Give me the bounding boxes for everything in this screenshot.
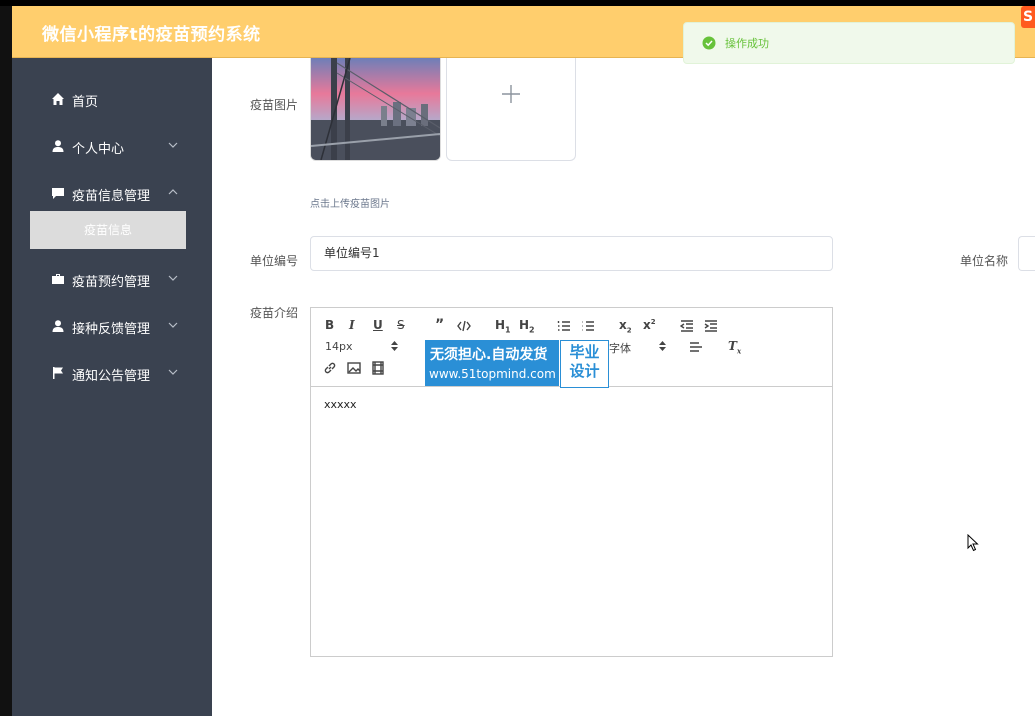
app-title: 微信小程序t的疫苗预约系统: [42, 25, 261, 45]
video-icon[interactable]: [371, 361, 385, 375]
mouse-cursor-icon: [967, 534, 979, 552]
chevron-up-icon: [168, 189, 178, 195]
unit-name-label: 单位名称: [960, 254, 1009, 268]
vaccine-intro-label: 疫苗介绍: [250, 306, 299, 320]
chevron-down-icon: [168, 275, 178, 281]
indent-icon[interactable]: [704, 319, 718, 333]
chevron-down-icon: [168, 142, 178, 148]
sidebar-item-notice-management[interactable]: 通知公告管理: [12, 355, 212, 391]
underline-button[interactable]: U: [373, 318, 383, 332]
chevron-down-icon: [168, 322, 178, 328]
superscript-button[interactable]: x2: [643, 318, 656, 332]
align-icon[interactable]: [689, 340, 703, 354]
upload-hint: 点击上传疫苗图片: [310, 199, 390, 210]
sidebar-item-label: 个人中心: [72, 142, 125, 157]
strike-button[interactable]: S: [397, 318, 405, 332]
user-icon: [52, 140, 64, 152]
select-arrows-icon: [391, 341, 398, 351]
bridge-photo: [311, 58, 440, 160]
italic-button[interactable]: I: [349, 318, 355, 332]
header2-button[interactable]: H2: [519, 318, 535, 334]
unit-name-input[interactable]: [1018, 236, 1035, 271]
main-content: 疫苗图片 点击上传疫苗图片 单位编号 单位编号1 单位名称 疫苗介绍 B I U…: [212, 58, 1035, 716]
sidebar-item-label: 首页: [72, 95, 99, 110]
sidebar-item-vaccination-feedback-management[interactable]: 接种反馈管理: [12, 308, 212, 344]
bold-button[interactable]: B: [325, 318, 334, 332]
watermark-text-block: 无须担心.自动发货 www.51topmind.com: [425, 340, 559, 386]
screen: 微信小程序t的疫苗预约系统 S 首页 个人中心 疫苗信息管理 疫苗信息 疫苗预约…: [0, 6, 1035, 716]
flag-icon: [53, 367, 63, 379]
unit-code-input-wrap: [310, 236, 833, 271]
sidebar: 首页 个人中心 疫苗信息管理 疫苗信息 疫苗预约管理 接种反馈管理 通知公告管理: [12, 58, 212, 716]
plus-icon: [502, 85, 520, 103]
corner-logo: S: [1021, 6, 1035, 28]
sidebar-item-vaccine-booking-management[interactable]: 疫苗预约管理: [12, 261, 212, 297]
watermark-line2: www.51topmind.com: [429, 367, 556, 381]
toast-message: 操作成功: [725, 37, 769, 50]
user-icon: [52, 320, 64, 332]
briefcase-icon: [52, 274, 64, 284]
ordered-list-icon[interactable]: [557, 319, 571, 333]
image-upload-button[interactable]: [446, 58, 576, 161]
vaccine-image-thumbnail[interactable]: [310, 58, 441, 161]
success-toast: 操作成功: [683, 22, 1015, 64]
message-icon: [52, 188, 64, 199]
unit-code-label: 单位编号: [250, 254, 299, 268]
header1-button[interactable]: H1: [495, 318, 511, 334]
sidebar-subitem-vaccine-info[interactable]: 疫苗信息: [30, 211, 186, 249]
unit-code-input[interactable]: [311, 237, 827, 268]
chevron-down-icon: [168, 369, 178, 375]
outdent-icon[interactable]: [680, 319, 694, 333]
sidebar-item-vaccine-info-management[interactable]: 疫苗信息管理: [12, 175, 212, 211]
sidebar-item-home[interactable]: 首页: [12, 81, 212, 117]
image-icon[interactable]: [347, 361, 361, 375]
subscript-button[interactable]: x2: [619, 318, 632, 334]
sidebar-item-label: 疫苗预约管理: [72, 275, 151, 290]
sidebar-item-personal-center[interactable]: 个人中心: [12, 128, 212, 164]
link-icon[interactable]: [323, 361, 337, 375]
clear-format-button[interactable]: Tx: [728, 339, 741, 355]
code-icon[interactable]: [457, 319, 471, 333]
check-circle-icon: [702, 36, 716, 50]
window-edge: [0, 6, 12, 716]
home-icon: [52, 93, 64, 105]
font-size-select[interactable]: 14px: [325, 340, 353, 353]
watermark-badge: 毕业 设计: [560, 340, 609, 388]
bullet-list-icon[interactable]: [581, 319, 595, 333]
watermark-line1: 无须担心.自动发货: [430, 347, 548, 363]
watermark-banner: 无须担心.自动发货 www.51topmind.com 毕业 设计: [425, 340, 609, 388]
sidebar-item-label: 接种反馈管理: [72, 322, 151, 337]
font-family-select[interactable]: 字体: [609, 340, 631, 356]
sidebar-item-label: 疫苗信息管理: [72, 189, 151, 204]
vaccine-image-label: 疫苗图片: [250, 98, 299, 112]
editor-content[interactable]: xxxxx: [324, 398, 357, 411]
blockquote-button[interactable]: ”: [435, 317, 444, 333]
select-arrows-icon: [659, 341, 666, 351]
sidebar-item-label: 通知公告管理: [72, 369, 151, 384]
